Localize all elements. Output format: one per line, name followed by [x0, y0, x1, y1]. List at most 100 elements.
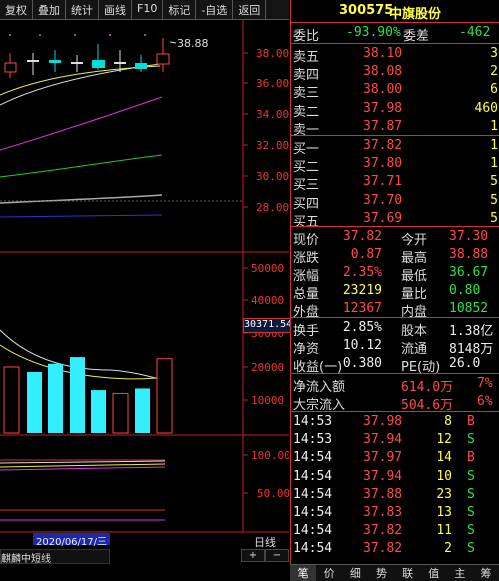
bid-level-label: 买四 — [293, 196, 320, 212]
price-axis-tick: 32.00 — [256, 139, 289, 152]
bid-volume: 1 — [490, 156, 498, 172]
ask-level-row[interactable]: 卖三 38.00 6 — [291, 81, 499, 102]
ask-price: 38.00 — [363, 82, 403, 98]
toolbar-f10-button[interactable]: F10 — [132, 0, 164, 19]
volume-bar — [156, 358, 173, 434]
top-dot-markers — [9, 34, 146, 36]
toolbar-back-button[interactable]: 返回 — [233, 0, 267, 19]
ask-level-row[interactable]: 卖五 38.10 3 — [291, 45, 499, 65]
fundamental-row[interactable]: 换手 2.85% 股本 1.38亿 — [291, 319, 499, 339]
period-label[interactable]: 日线 — [254, 534, 276, 550]
panel-tab[interactable]: 筹 — [473, 565, 499, 581]
tick-row[interactable]: 14:54 37.82 2 S — [291, 540, 499, 558]
tick-row[interactable]: 14:54 37.83 13 S — [291, 504, 499, 522]
panel-tab[interactable]: 主 — [447, 565, 473, 581]
toolbar-statistics-button[interactable]: 统计 — [66, 0, 99, 19]
zoom-out-button[interactable]: − — [265, 549, 289, 562]
panel-tab[interactable]: 联 — [395, 565, 421, 581]
ask-price: 37.98 — [363, 100, 403, 116]
price-axis-tick: 28.00 — [256, 201, 289, 214]
tick-volume: 23 — [436, 486, 452, 502]
chart-zoom-controls: + − — [241, 549, 289, 562]
indicator-name-label[interactable]: 麒麟中短线 — [0, 549, 110, 564]
volume-bar — [135, 388, 150, 433]
toolbar-draw-line-button[interactable]: 画线 — [99, 0, 132, 19]
bid-level-label: 买三 — [293, 178, 320, 194]
tick-row[interactable]: 14:54 37.97 14 B — [291, 449, 499, 467]
bid-level-label: 买二 — [293, 160, 320, 176]
tick-direction: B — [467, 414, 475, 429]
kline-chart[interactable]: 38.88 38.00 36.00 34.00 32.00 30.00 28.0… — [0, 20, 289, 550]
toolbar-mark-button[interactable]: 标记 — [163, 0, 197, 19]
flow-row[interactable]: 大宗流入 504.6万 6% — [291, 393, 499, 413]
candlesticks — [4, 38, 170, 78]
ask-level-row[interactable]: 卖二 37.98 460 — [291, 100, 499, 120]
quote-value: 38.88 — [449, 247, 489, 262]
quote-row[interactable]: 外盘 12367 内盘 10852 — [291, 300, 499, 320]
toolbar-restore-rights-button[interactable]: 复权 — [0, 0, 33, 19]
tick-time: 14:54 — [293, 468, 333, 484]
tick-direction: S — [467, 486, 475, 502]
quote-row[interactable]: 涨幅 2.35% 最低 36.67 — [291, 264, 499, 284]
indicator-axis-tick: 50.00 — [257, 487, 289, 500]
ask-price: 37.87 — [363, 118, 403, 134]
ask-level-label: 卖三 — [293, 86, 320, 102]
order-ratio-row: 委比 -93.90% 委差 -462 — [291, 24, 499, 44]
tick-price: 37.97 — [363, 450, 403, 466]
fundamental-row[interactable]: 收益(一) 0.380 PE(动) 26.0 — [291, 355, 499, 375]
tick-direction: S — [467, 523, 475, 539]
fundamental-value: 10.12 — [342, 338, 382, 353]
volume-bar — [27, 371, 42, 433]
panel-tabs: 笔价细势联值主筹 — [290, 564, 499, 581]
tick-row[interactable]: 14:53 37.94 12 S — [291, 431, 499, 449]
tick-volume: 14 — [436, 450, 452, 466]
ma-line-gray — [0, 194, 163, 204]
volume-axis-tick: 20000 — [251, 361, 284, 374]
price-axis-tick: 34.00 — [256, 108, 289, 121]
bid-level-row[interactable]: 买二 37.80 1 — [291, 155, 499, 176]
tick-direction: S — [467, 468, 475, 484]
zoom-in-button[interactable]: + — [241, 549, 265, 562]
crosshair-date-label: 2020/06/17/三 — [33, 533, 111, 548]
toolbar-remove-watchlist-button[interactable]: -自选 — [196, 0, 234, 19]
tick-row[interactable]: 14:54 37.94 10 S — [291, 468, 499, 486]
panel-tab[interactable]: 笔 — [290, 565, 317, 581]
quote-row[interactable]: 涨跌 0.87 最高 38.88 — [291, 246, 499, 266]
tick-row[interactable]: 14:53 37.98 8 B — [291, 413, 499, 431]
quote-value: 37.30 — [449, 229, 489, 244]
quote-value: 2.35% — [342, 265, 382, 280]
price-axis-tick: 38.00 — [256, 47, 289, 60]
ask-level-row[interactable]: 卖四 38.08 2 — [291, 63, 499, 84]
panel-tab[interactable]: 细 — [342, 565, 368, 581]
flow-row[interactable]: 净流入额 614.0万 7% — [291, 375, 499, 395]
bid-price: 37.71 — [363, 174, 403, 190]
bid-level-row[interactable]: 买三 37.71 5 — [291, 173, 499, 194]
tick-volume: 10 — [436, 468, 452, 484]
ask-level-label: 卖四 — [293, 68, 320, 84]
ask-level-label: 卖五 — [293, 50, 320, 65]
tick-direction: S — [467, 505, 475, 520]
panel-tab[interactable]: 值 — [421, 565, 447, 581]
tick-time: 14:54 — [293, 523, 333, 539]
quote-panel: 300575 中旗股份 委比 -93.90% 委差 -462 卖五 38.10 3 卖… — [290, 0, 499, 564]
ask-level-row[interactable]: 卖一 37.87 1 — [291, 118, 499, 138]
toolbar-overlay-button[interactable]: 叠加 — [33, 0, 66, 19]
stock-title: 300575 中旗股份 — [291, 0, 499, 23]
quote-row[interactable]: 现价 37.82 今开 37.30 — [291, 228, 499, 248]
tick-row[interactable]: 14:54 37.88 23 S — [291, 486, 499, 504]
bid-price: 37.82 — [363, 138, 403, 153]
bid-level-row[interactable]: 买四 37.70 5 — [291, 192, 499, 212]
volume-bar — [48, 363, 63, 433]
panel-tab[interactable]: 价 — [316, 565, 342, 581]
quote-value: 23219 — [342, 283, 382, 298]
tick-price: 37.94 — [363, 432, 403, 448]
bid-level-row[interactable]: 买一 37.82 1 — [291, 137, 499, 157]
order-ratio-label: 委比 — [293, 29, 320, 44]
ma-line-magenta — [0, 96, 163, 151]
bid-price: 37.70 — [363, 192, 403, 208]
tick-row[interactable]: 14:54 37.82 11 S — [291, 522, 499, 540]
volume-bar — [91, 390, 106, 433]
panel-tab[interactable]: 势 — [368, 565, 394, 581]
fundamental-row[interactable]: 净资 10.12 流通 8148万 — [291, 337, 499, 357]
quote-row[interactable]: 总量 23219 量比 0.80 — [291, 282, 499, 302]
